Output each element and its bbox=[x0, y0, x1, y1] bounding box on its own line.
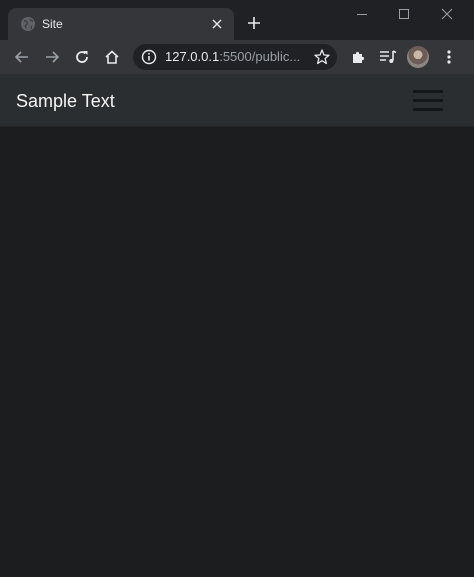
puzzle-icon bbox=[353, 51, 365, 63]
arrow-right-icon bbox=[46, 51, 60, 63]
reload-button[interactable] bbox=[70, 45, 94, 69]
globe-icon bbox=[21, 17, 35, 31]
back-button[interactable] bbox=[10, 45, 34, 69]
forward-button[interactable] bbox=[40, 45, 64, 69]
maximize-button[interactable] bbox=[390, 4, 418, 24]
navbar-toggler[interactable] bbox=[412, 88, 444, 114]
url-text[interactable]: 127.0.0.1:5500/public... bbox=[165, 49, 300, 65]
hamburger-bar bbox=[413, 90, 443, 93]
reload-icon bbox=[76, 51, 88, 63]
extensions-button[interactable] bbox=[346, 45, 370, 69]
minimize-icon bbox=[357, 14, 367, 15]
url-path: :5500/public... bbox=[219, 49, 301, 64]
site-navbar: Sample Text bbox=[0, 74, 474, 127]
tab-title: Site bbox=[42, 17, 63, 31]
browser-tab[interactable]: Site bbox=[8, 8, 234, 40]
minimize-button[interactable] bbox=[348, 4, 376, 24]
home-icon bbox=[105, 50, 119, 64]
arrow-left-icon bbox=[14, 51, 28, 63]
star-icon[interactable] bbox=[313, 48, 331, 66]
profile-avatar[interactable] bbox=[407, 46, 429, 68]
plus-icon bbox=[248, 17, 260, 29]
queue-music-icon bbox=[380, 50, 397, 63]
new-tab-button[interactable] bbox=[244, 13, 264, 33]
close-window-button[interactable] bbox=[433, 4, 461, 24]
info-icon[interactable] bbox=[141, 49, 157, 65]
menu-button[interactable] bbox=[437, 45, 461, 69]
address-bar[interactable]: 127.0.0.1:5500/public... bbox=[133, 44, 337, 70]
maximize-icon bbox=[399, 9, 409, 19]
kebab-menu-icon bbox=[447, 50, 451, 64]
url-host: 127.0.0.1 bbox=[165, 49, 220, 64]
browser-window: Site 127.0.0.1:5500/public... Sample Tex… bbox=[0, 0, 474, 577]
hamburger-bar bbox=[413, 99, 443, 102]
home-button[interactable] bbox=[100, 45, 124, 69]
close-tab-icon[interactable] bbox=[208, 15, 226, 33]
navbar-brand[interactable]: Sample Text bbox=[16, 90, 115, 112]
browser-toolbar: 127.0.0.1:5500/public... bbox=[0, 40, 474, 74]
media-controls-button[interactable] bbox=[376, 45, 400, 69]
tab-strip: Site bbox=[0, 0, 474, 40]
close-icon bbox=[441, 8, 453, 20]
hamburger-bar bbox=[413, 108, 443, 111]
page-viewport: Sample Text bbox=[0, 74, 474, 577]
